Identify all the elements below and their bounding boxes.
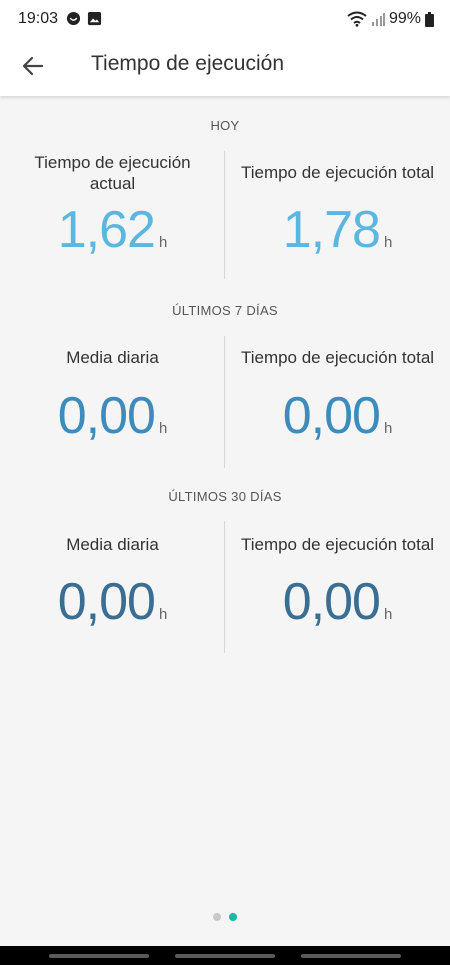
nav-home-button[interactable]: [175, 954, 275, 958]
month-avg-label-cell: Media diaria: [0, 534, 225, 555]
month-total-value: 0,00 h: [225, 572, 450, 632]
today-current-label-cell: Tiempo de ejecución actual: [0, 152, 225, 194]
today-total-label: Tiempo de ejecución total: [240, 163, 435, 182]
section-title-7-days: ÚLTIMOS 7 DÍAS: [172, 303, 278, 318]
section-title-30-days: ÚLTIMOS 30 DÍAS: [168, 489, 282, 504]
page-dot-2-active[interactable]: [229, 913, 237, 921]
battery-icon: [425, 11, 434, 27]
app-notification-icon: [66, 11, 81, 26]
page-title: Tiempo de ejecución: [91, 52, 284, 75]
app-bar: Tiempo de ejecución: [0, 38, 450, 96]
image-icon: [87, 11, 102, 26]
system-nav-bar: [0, 946, 450, 965]
week-total-value: 0,00 h: [225, 386, 450, 446]
week-avg-label-cell: Media diaria: [0, 347, 225, 368]
week-avg-unit: h: [158, 420, 168, 437]
notification-icons: [66, 11, 102, 26]
today-total-value: 1,78 h: [225, 200, 450, 260]
nav-recent-button[interactable]: [49, 954, 149, 958]
system-icons: 99%: [347, 10, 434, 28]
month-avg-number: 0,00: [57, 573, 156, 631]
today-current-number: 1,62: [57, 201, 156, 259]
week-total-label-cell: Tiempo de ejecución total: [225, 347, 450, 368]
wifi-icon: [347, 11, 367, 27]
week-total-unit: h: [383, 420, 393, 437]
page-dot-1[interactable]: [213, 913, 221, 921]
week-avg-label: Media diaria: [66, 348, 159, 367]
today-total-unit: h: [383, 234, 393, 251]
month-total-label-cell: Tiempo de ejecución total: [225, 534, 450, 555]
week-total-number: 0,00: [282, 387, 381, 445]
month-avg-value: 0,00 h: [0, 572, 225, 632]
today-current-unit: h: [158, 234, 168, 251]
month-total-unit: h: [383, 606, 393, 623]
today-current-label: Tiempo de ejecución actual: [34, 153, 191, 193]
week-avg-value: 0,00 h: [0, 386, 225, 446]
battery-percent: 99%: [388, 10, 421, 27]
today-total-number: 1,78: [282, 201, 381, 259]
nav-back-button[interactable]: [301, 954, 401, 958]
today-total-label-cell: Tiempo de ejecución total: [225, 162, 450, 183]
month-avg-unit: h: [158, 606, 168, 623]
week-total-label: Tiempo de ejecución total: [240, 348, 435, 367]
signal-icon: [371, 13, 385, 26]
today-current-value: 1,62 h: [0, 200, 225, 260]
month-avg-label: Media diaria: [66, 535, 159, 554]
status-bar: 19:03 99%: [0, 0, 450, 38]
month-total-number: 0,00: [282, 573, 381, 631]
runtime-content: HOY Tiempo de ejecución actual 1,62 h Tie…: [0, 96, 450, 946]
month-total-label: Tiempo de ejecución total: [240, 535, 435, 554]
week-avg-number: 0,00: [57, 387, 156, 445]
back-arrow-icon[interactable]: [18, 50, 50, 82]
section-title-today: HOY: [210, 118, 240, 133]
status-time: 19:03: [18, 10, 59, 27]
